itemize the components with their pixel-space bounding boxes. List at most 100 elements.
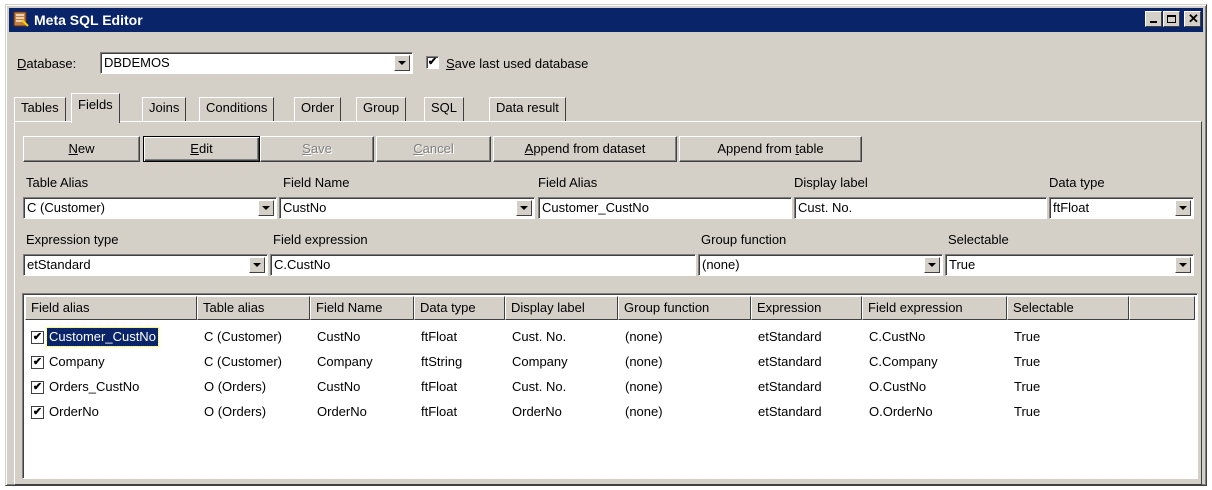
- cell-display-label[interactable]: OrderNo: [512, 403, 562, 421]
- tab-order[interactable]: Order: [294, 97, 342, 121]
- cell-expression[interactable]: etStandard: [758, 328, 822, 346]
- cell-field-alias[interactable]: Orders_CustNo: [49, 378, 139, 396]
- column-header-field-expression[interactable]: Field expression: [862, 296, 1007, 320]
- expression-type-label: Expression type: [26, 232, 119, 247]
- save-button[interactable]: Save: [260, 136, 374, 162]
- table-alias-combo[interactable]: C (Customer): [23, 197, 277, 219]
- group-function-combo[interactable]: (none): [698, 254, 943, 276]
- cell-selectable[interactable]: True: [1014, 328, 1040, 346]
- cell-field-expression[interactable]: O.OrderNo: [869, 403, 933, 421]
- cell-expression[interactable]: etStandard: [758, 378, 822, 396]
- save-last-db-label[interactable]: Save last used database: [446, 56, 588, 71]
- tab-joins[interactable]: Joins: [142, 97, 187, 121]
- column-header-field-alias[interactable]: Field alias: [25, 296, 197, 320]
- column-header-display-label[interactable]: Display label: [505, 296, 618, 320]
- save-last-db-checkbox[interactable]: ✔: [426, 56, 439, 69]
- data-type-combo[interactable]: ftFloat: [1049, 197, 1194, 219]
- cell-data-type[interactable]: ftString: [421, 353, 462, 371]
- cell-table-alias[interactable]: O (Orders): [204, 403, 266, 421]
- cell-field-expression[interactable]: C.Company: [869, 353, 938, 371]
- data-type-label: Data type: [1049, 175, 1105, 190]
- append-from-dataset-button[interactable]: Append from dataset: [493, 136, 677, 162]
- checkmark-icon: ✔: [427, 56, 438, 68]
- column-header-field-name[interactable]: Field Name: [310, 296, 414, 320]
- chevron-down-icon[interactable]: [1175, 200, 1191, 216]
- field-expression-input[interactable]: C.CustNo: [270, 254, 696, 276]
- cell-group-function[interactable]: (none): [625, 328, 663, 346]
- minimize-button[interactable]: [1145, 11, 1162, 27]
- tab-data-result[interactable]: Data result: [489, 97, 566, 121]
- cell-selectable[interactable]: True: [1014, 353, 1040, 371]
- cell-display-label[interactable]: Company: [512, 353, 568, 371]
- cell-group-function[interactable]: (none): [625, 353, 663, 371]
- save-text: ave: [310, 141, 332, 156]
- cell-field-name[interactable]: OrderNo: [317, 403, 367, 421]
- cell-selectable[interactable]: True: [1014, 378, 1040, 396]
- cell-table-alias[interactable]: C (Customer): [204, 328, 282, 346]
- cell-field-alias[interactable]: Company: [49, 353, 105, 371]
- edit-button[interactable]: Edit: [143, 136, 260, 162]
- column-header-data-type[interactable]: Data type: [414, 296, 505, 320]
- column-header-selectable[interactable]: Selectable: [1007, 296, 1129, 320]
- cell-field-name[interactable]: Company: [317, 353, 373, 371]
- row-checkbox[interactable]: ✔: [31, 406, 44, 419]
- cell-display-label[interactable]: Cust. No.: [512, 328, 566, 346]
- column-header-expression[interactable]: Expression: [751, 296, 862, 320]
- cancel-text: ancel: [422, 141, 454, 156]
- row-checkbox[interactable]: ✔: [31, 381, 44, 394]
- row-checkbox[interactable]: ✔: [31, 356, 44, 369]
- cell-selectable[interactable]: True: [1014, 403, 1040, 421]
- cell-field-name[interactable]: CustNo: [317, 378, 360, 396]
- table-alias-value: C (Customer): [27, 200, 106, 215]
- row-checkbox[interactable]: ✔: [31, 331, 44, 344]
- new-button[interactable]: New: [23, 136, 140, 162]
- cell-table-alias[interactable]: C (Customer): [204, 353, 282, 371]
- append-dataset-text: ppend from dataset: [533, 141, 646, 156]
- selectable-label: Selectable: [948, 232, 1009, 247]
- tab-group[interactable]: Group: [356, 97, 407, 121]
- database-combo[interactable]: DBDEMOS: [100, 52, 413, 74]
- fields-grid[interactable]: Field alias Table alias Field Name Data …: [22, 293, 1198, 479]
- cell-data-type[interactable]: ftFloat: [421, 403, 457, 421]
- column-header-group-function[interactable]: Group function: [618, 296, 751, 320]
- cell-table-alias[interactable]: O (Orders): [204, 378, 266, 396]
- cell-field-expression[interactable]: O.CustNo: [869, 378, 926, 396]
- field-alias-input[interactable]: Customer_CustNo: [538, 197, 792, 219]
- tab-sql[interactable]: SQL: [424, 97, 465, 121]
- chevron-down-icon[interactable]: [924, 257, 940, 273]
- new-text: ew: [77, 141, 95, 156]
- cell-group-function[interactable]: (none): [625, 378, 663, 396]
- cell-expression[interactable]: etStandard: [758, 403, 822, 421]
- title-bar[interactable]: Meta SQL Editor ✕: [9, 8, 1203, 32]
- meta-sql-editor-window: Meta SQL Editor ✕ Database: DBDEMOS ✔ Sa…: [5, 4, 1207, 486]
- cancel-button[interactable]: Cancel: [376, 136, 491, 162]
- chevron-down-icon[interactable]: [249, 257, 265, 273]
- selectable-combo[interactable]: True: [945, 254, 1194, 276]
- field-name-combo[interactable]: CustNo: [279, 197, 535, 219]
- chevron-down-icon[interactable]: [258, 200, 274, 216]
- cell-field-expression[interactable]: C.CustNo: [869, 328, 925, 346]
- tab-conditions[interactable]: Conditions: [199, 97, 275, 121]
- cell-field-alias[interactable]: OrderNo: [49, 403, 99, 421]
- cell-expression[interactable]: etStandard: [758, 353, 822, 371]
- cell-data-type[interactable]: ftFloat: [421, 328, 457, 346]
- chevron-down-icon[interactable]: [1175, 257, 1191, 273]
- database-label-text: atabase:: [26, 56, 77, 71]
- cell-field-alias[interactable]: Customer_CustNo: [46, 327, 159, 347]
- cell-display-label[interactable]: Cust. No.: [512, 378, 566, 396]
- chevron-down-icon[interactable]: [516, 200, 532, 216]
- chevron-down-icon[interactable]: [394, 55, 410, 71]
- column-header-table-alias[interactable]: Table alias: [197, 296, 310, 320]
- tab-fields[interactable]: Fields: [71, 93, 120, 123]
- tab-tables[interactable]: Tables: [14, 97, 66, 121]
- maximize-button[interactable]: [1163, 11, 1180, 27]
- display-label-value: Cust. No.: [798, 200, 853, 215]
- column-header-filler: [1129, 296, 1195, 320]
- close-button[interactable]: ✕: [1184, 11, 1201, 27]
- expression-type-combo[interactable]: etStandard: [23, 254, 268, 276]
- append-from-table-button[interactable]: Append from table: [679, 136, 862, 162]
- cell-group-function[interactable]: (none): [625, 403, 663, 421]
- cell-data-type[interactable]: ftFloat: [421, 378, 457, 396]
- display-label-input[interactable]: Cust. No.: [794, 197, 1047, 219]
- cell-field-name[interactable]: CustNo: [317, 328, 360, 346]
